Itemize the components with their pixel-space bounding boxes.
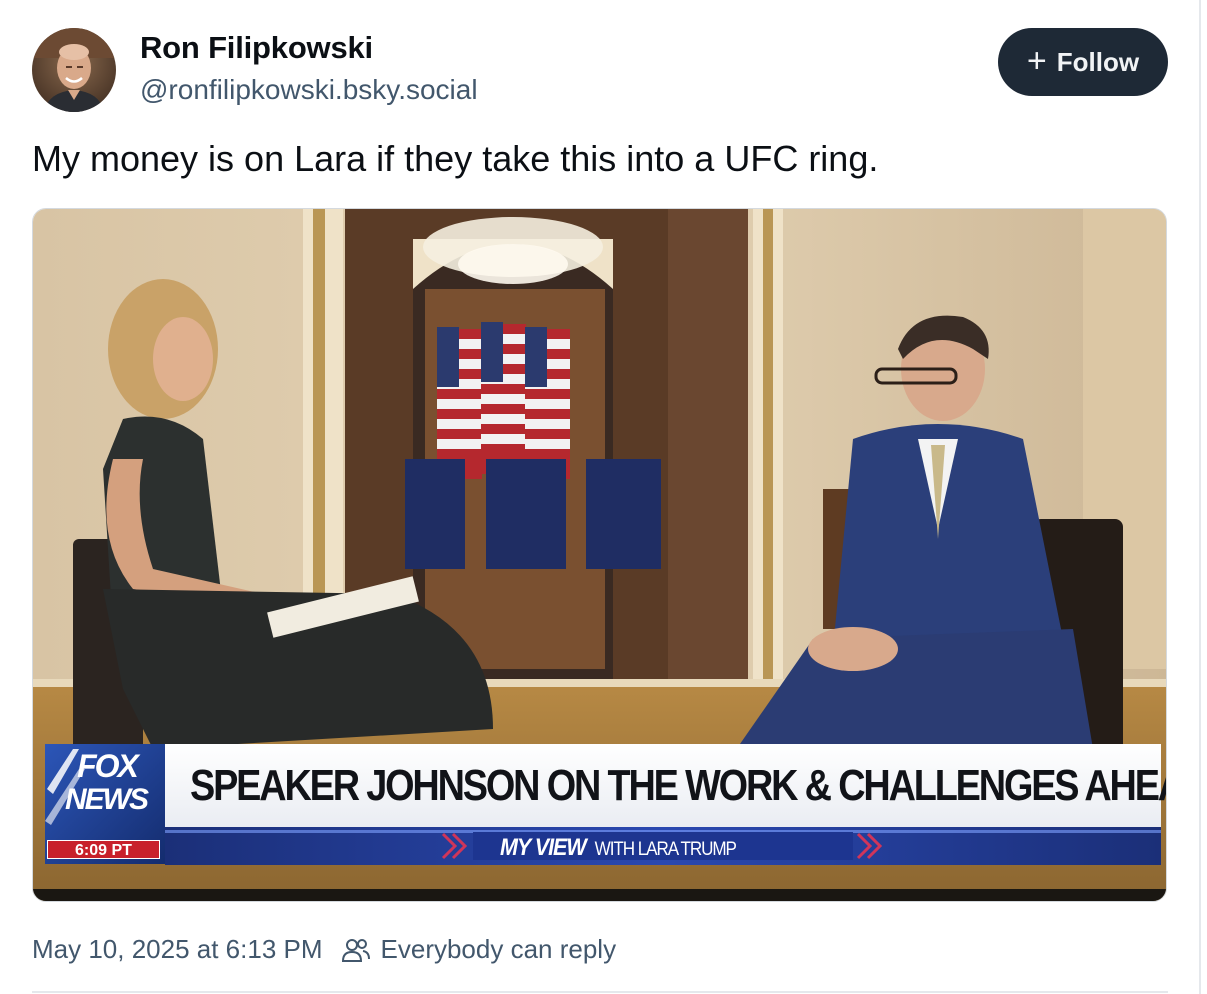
show-title: MY VIEW	[500, 834, 587, 861]
follow-button[interactable]: + Follow	[998, 28, 1168, 96]
plus-icon: +	[1026, 41, 1047, 80]
post-text: My money is on Lara if they take this in…	[32, 138, 879, 179]
post-timestamp[interactable]: May 10, 2025 at 6:13 PM	[32, 934, 323, 965]
column-divider	[1199, 0, 1201, 994]
avatar-image	[32, 28, 116, 112]
broadcast-time: 6:09 PT	[47, 840, 160, 859]
post-meta: May 10, 2025 at 6:13 PM Everybody can re…	[32, 934, 616, 965]
flags	[437, 322, 570, 479]
fox-logo-top: FOX	[77, 748, 139, 784]
show-host: WITH LARA TRUMP	[594, 839, 737, 860]
bottom-divider	[32, 991, 1168, 993]
people-icon	[341, 937, 371, 963]
author-display-name[interactable]: Ron Filipkowski	[140, 30, 373, 66]
author-avatar[interactable]	[32, 28, 116, 112]
fox-logo-bottom: NEWS	[65, 783, 149, 816]
post-image[interactable]: FOX NEWS 6:09 PT SPEAKER JOHNSON ON THE …	[32, 208, 1167, 902]
follow-label: Follow	[1056, 46, 1140, 77]
author-handle[interactable]: @ronfilipkowski.bsky.social	[140, 74, 478, 106]
post-view: Ron Filipkowski @ronfilipkowski.bsky.soc…	[0, 0, 1207, 994]
reply-setting-label[interactable]: Everybody can reply	[381, 934, 617, 965]
chyron-headline: SPEAKER JOHNSON ON THE WORK & CHALLENGES…	[190, 761, 1167, 810]
chyron-show: MY VIEW WITH LARA TRUMP	[500, 834, 737, 862]
